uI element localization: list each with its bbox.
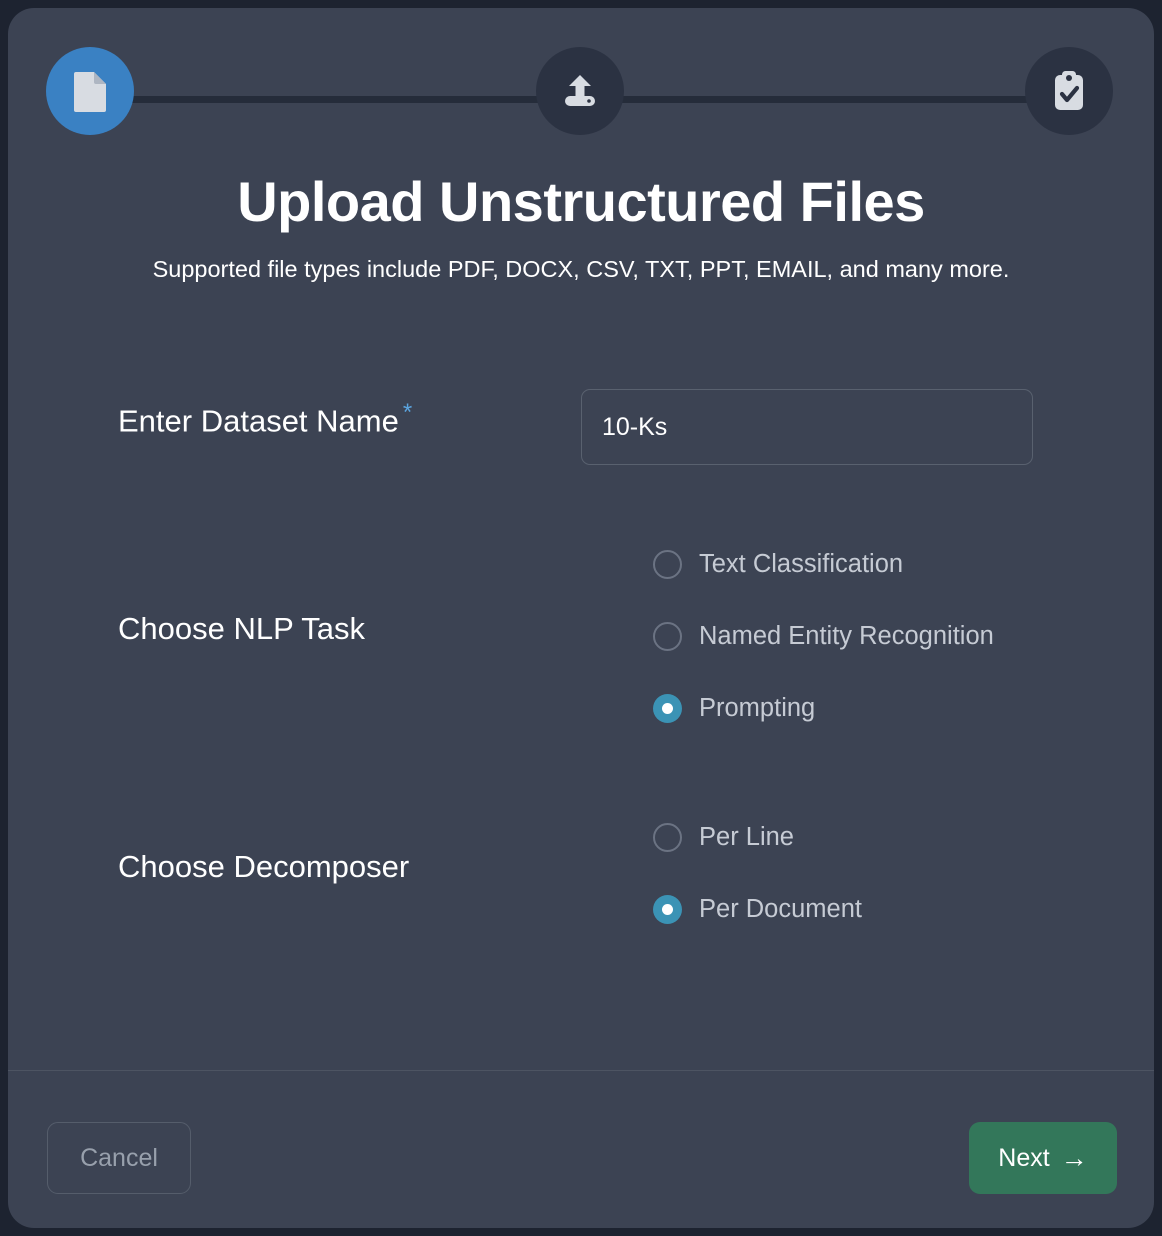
radio-dot-icon[interactable] <box>653 621 682 651</box>
radio-label: Text Classification <box>699 549 904 578</box>
upload-form: Enter Dataset Name* Choose NLP Task Text… <box>8 8 1154 1228</box>
radio-dot-icon-selected[interactable] <box>653 693 682 723</box>
radio-dot-icon[interactable] <box>653 549 682 579</box>
radio-label: Per Document <box>699 894 862 923</box>
radio-option-named-entity-recognition[interactable]: Named Entity Recognition <box>653 612 994 660</box>
next-button-label: Next <box>998 1143 1050 1172</box>
decomposer-radio-group: Per Line Per Document <box>653 813 862 933</box>
dataset-name-label: Enter Dataset Name * <box>118 399 412 439</box>
modal-footer: Cancel Next → <box>8 1071 1154 1228</box>
required-asterisk: * <box>402 399 413 426</box>
page-root: Upload Unstructured Files Supported file… <box>0 0 1162 1236</box>
decomposer-label: Choose Decomposer <box>118 849 410 884</box>
radio-option-per-document[interactable]: Per Document <box>653 885 862 933</box>
radio-label: Named Entity Recognition <box>699 621 994 650</box>
upload-wizard-modal: Upload Unstructured Files Supported file… <box>8 8 1154 1228</box>
radio-option-per-line[interactable]: Per Line <box>653 813 862 861</box>
radio-dot-icon[interactable] <box>653 822 682 852</box>
radio-dot-icon-selected[interactable] <box>653 894 682 924</box>
cancel-button[interactable]: Cancel <box>47 1122 191 1194</box>
nlp-task-label: Choose NLP Task <box>118 611 366 646</box>
nlp-task-radio-group: Text Classification Named Entity Recogni… <box>653 540 994 732</box>
dataset-name-label-text: Enter Dataset Name <box>118 403 399 439</box>
dataset-name-input[interactable] <box>581 389 1033 465</box>
radio-option-text-classification[interactable]: Text Classification <box>653 540 994 588</box>
radio-option-prompting[interactable]: Prompting <box>653 684 994 732</box>
arrow-right-icon: → <box>1060 1142 1088 1173</box>
radio-label: Prompting <box>699 693 816 722</box>
next-button[interactable]: Next → <box>969 1122 1117 1194</box>
radio-label: Per Line <box>699 822 794 851</box>
